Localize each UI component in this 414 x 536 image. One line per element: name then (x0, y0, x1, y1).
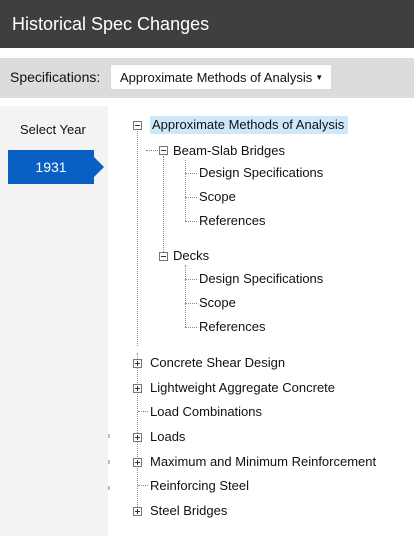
tree-node-reinforcing-steel[interactable]: Reinforcing Steel (150, 478, 249, 493)
tree-node-scope[interactable]: Scope (199, 295, 236, 310)
tree-line (185, 197, 197, 198)
spec-tree: Approximate Methods of Analysis Beam-Sla… (108, 98, 414, 536)
tree-line (185, 221, 197, 222)
tree-line (185, 303, 197, 304)
year-panel: Select Year 1931 (0, 106, 108, 536)
specifications-dropdown[interactable]: Approximate Methods of Analysis ▼ (110, 64, 332, 90)
tree-line (146, 150, 158, 151)
tree-node-design-specifications[interactable]: Design Specifications (199, 165, 323, 180)
tree-node-concrete-shear-design[interactable]: Concrete Shear Design (150, 355, 285, 370)
expand-minus-icon[interactable] (159, 252, 168, 261)
specifications-bar: Specifications: Approximate Methods of A… (0, 58, 414, 98)
tree-node-lightweight-aggregate-concrete[interactable]: Lightweight Aggregate Concrete (150, 380, 335, 395)
tree-line (185, 327, 197, 328)
tree-line (138, 485, 148, 486)
tree-node-load-combinations[interactable]: Load Combinations (150, 404, 262, 419)
tree-node-approximate-methods[interactable]: Approximate Methods of Analysis (150, 116, 349, 134)
edge-mark (108, 434, 110, 438)
tree-node-scope[interactable]: Scope (199, 189, 236, 204)
select-year-label: Select Year (20, 122, 86, 137)
expand-plus-icon[interactable] (133, 359, 142, 368)
specifications-selected-value: Approximate Methods of Analysis (120, 70, 313, 85)
specifications-label: Specifications: (10, 69, 101, 85)
edge-mark (108, 486, 110, 490)
tree-node-decks[interactable]: Decks (173, 248, 209, 263)
expand-plus-icon[interactable] (133, 458, 142, 467)
expand-plus-icon[interactable] (133, 384, 142, 393)
expand-minus-icon[interactable] (133, 121, 142, 130)
caret-down-icon: ▼ (315, 73, 324, 82)
tree-node-loads[interactable]: Loads (150, 429, 185, 444)
tree-line (185, 265, 186, 327)
expand-plus-icon[interactable] (133, 507, 142, 516)
tree-line (185, 160, 186, 221)
tree-node-beam-slab-bridges[interactable]: Beam-Slab Bridges (173, 143, 285, 158)
tree-node-max-min-reinforcement[interactable]: Maximum and Minimum Reinforcement (150, 454, 376, 469)
edge-mark (108, 460, 110, 464)
page-title: Historical Spec Changes (12, 14, 210, 34)
tree-line (163, 156, 164, 252)
tree-node-design-specifications[interactable]: Design Specifications (199, 271, 323, 286)
tree-node-steel-bridges[interactable]: Steel Bridges (150, 503, 227, 518)
tree-line (185, 173, 197, 174)
expand-plus-icon[interactable] (133, 433, 142, 442)
year-1931-button[interactable]: 1931 (8, 150, 104, 184)
expand-minus-icon[interactable] (159, 146, 168, 155)
tree-line (138, 411, 148, 412)
tree-line (137, 128, 138, 346)
tree-node-references[interactable]: References (199, 213, 265, 228)
title-bar: Historical Spec Changes (0, 0, 414, 48)
tree-node-references[interactable]: References (199, 319, 265, 334)
tree-line (185, 279, 197, 280)
